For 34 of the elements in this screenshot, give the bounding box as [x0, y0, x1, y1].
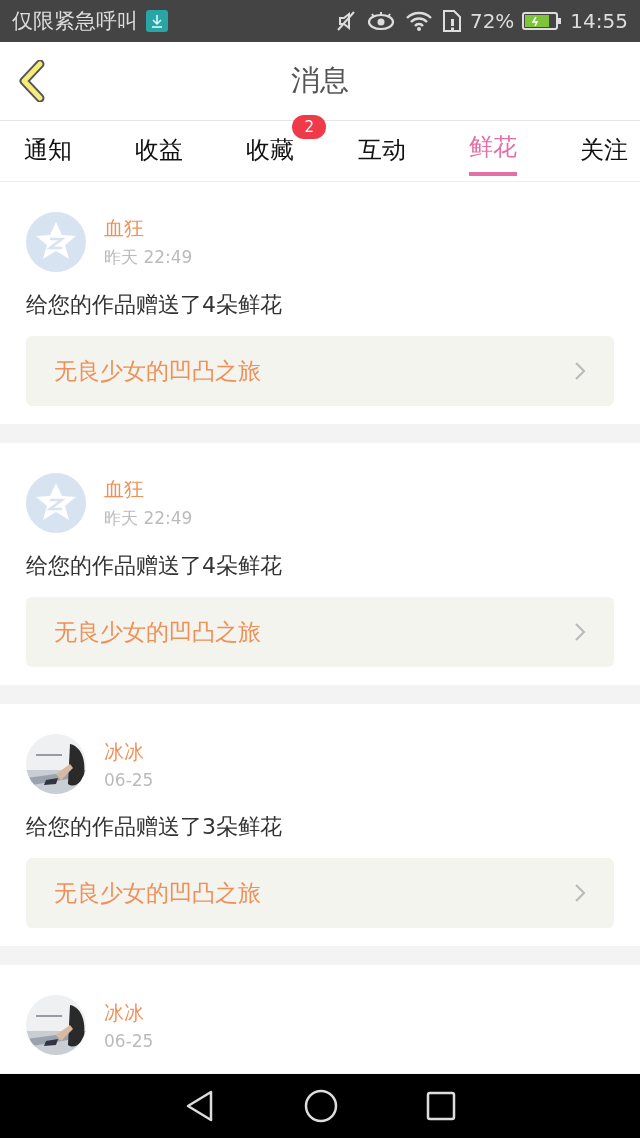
user-name[interactable]: 冰冰 [104, 999, 154, 1027]
message-text: 给您的作品赠送了4朵鲜花 [26, 552, 283, 580]
clock: 14:55 [570, 9, 628, 33]
page-title: 消息 [291, 62, 349, 99]
user-name[interactable]: 血狂 [104, 476, 193, 503]
message-text: 给您的作品赠送了4朵鲜花 [26, 291, 283, 319]
timestamp: 06-25 [104, 769, 154, 790]
count-badge: 2 [292, 115, 327, 139]
recents-nav-icon[interactable] [426, 1091, 456, 1121]
home-nav-icon[interactable] [304, 1089, 338, 1123]
tab[interactable]: 收益 [135, 121, 184, 179]
download-icon [146, 10, 168, 32]
tab[interactable]: 通知 [24, 121, 72, 179]
user-name[interactable]: 冰冰 [104, 738, 154, 766]
work-link[interactable]: 无良少女的凹凸之旅 [26, 336, 614, 406]
chevron-icon [574, 622, 586, 642]
tab[interactable]: 鲜花 [468, 121, 517, 176]
work-link[interactable]: 无良少女的凹凸之旅 [26, 597, 614, 667]
eye-icon [365, 10, 396, 32]
sim-icon [441, 9, 462, 33]
timestamp: 昨天 22:49 [104, 246, 193, 269]
status-text: 仅限紧急呼叫 [12, 8, 138, 35]
timestamp: 06-25 [104, 1030, 154, 1051]
battery-percent: 72% [469, 9, 515, 33]
message-text: 给您的作品赠送了3朵鲜花 [26, 813, 283, 841]
tab[interactable]: 互动 [357, 121, 406, 179]
chevron-icon [574, 361, 586, 381]
chevron-icon [574, 883, 586, 903]
battery-icon [522, 11, 563, 31]
user-name[interactable]: 血狂 [104, 215, 193, 242]
work-link[interactable]: 无良少女的凹凸之旅 [26, 858, 614, 928]
tab[interactable]: 关注 [579, 121, 628, 179]
tab[interactable]: 收藏 [246, 121, 295, 179]
timestamp: 昨天 22:49 [104, 507, 193, 530]
